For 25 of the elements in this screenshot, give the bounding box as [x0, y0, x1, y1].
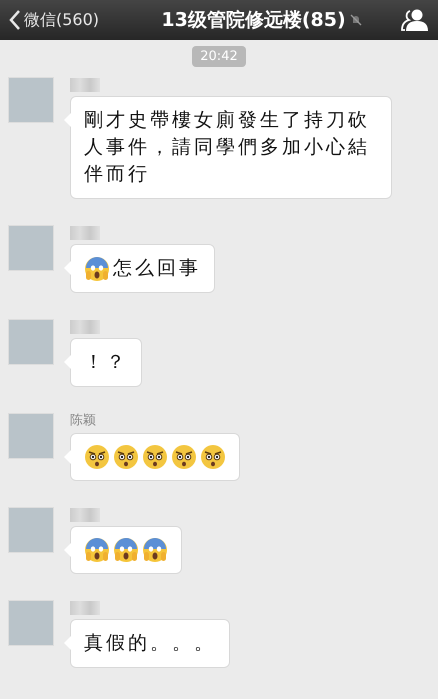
screaming-face-icon [84, 537, 110, 563]
timestamp: 20:42 [192, 46, 246, 67]
bubble-tail [64, 355, 71, 369]
sender-name: 陈颖 [70, 413, 96, 429]
screaming-face-icon [84, 256, 110, 282]
avatar-photo-placeholder[interactable] [8, 319, 54, 365]
glaring-face-icon [200, 444, 226, 470]
glaring-face-icon [84, 444, 110, 470]
glaring-face-icon [171, 444, 197, 470]
bubble-tail [64, 261, 71, 275]
glaring-face-icon [113, 444, 139, 470]
back-button[interactable]: 微信(560) [8, 9, 100, 31]
bubble-tail [64, 636, 71, 650]
avatar-photo-placeholder[interactable] [8, 225, 54, 271]
avatar-photo-placeholder[interactable] [8, 507, 54, 553]
screaming-face-icon [142, 537, 168, 563]
group-members-icon[interactable] [400, 8, 430, 32]
back-chevron-icon [8, 9, 22, 31]
avatar-photo-placeholder[interactable] [8, 413, 54, 459]
avatar-photo-placeholder[interactable] [8, 600, 54, 646]
glaring-face-icon [142, 444, 168, 470]
screaming-face-icon [113, 537, 139, 563]
avatar-photo-placeholder[interactable] [8, 77, 54, 123]
bubble-tail [64, 113, 71, 127]
chat-title: 13级管院修远楼(85) [161, 8, 346, 33]
